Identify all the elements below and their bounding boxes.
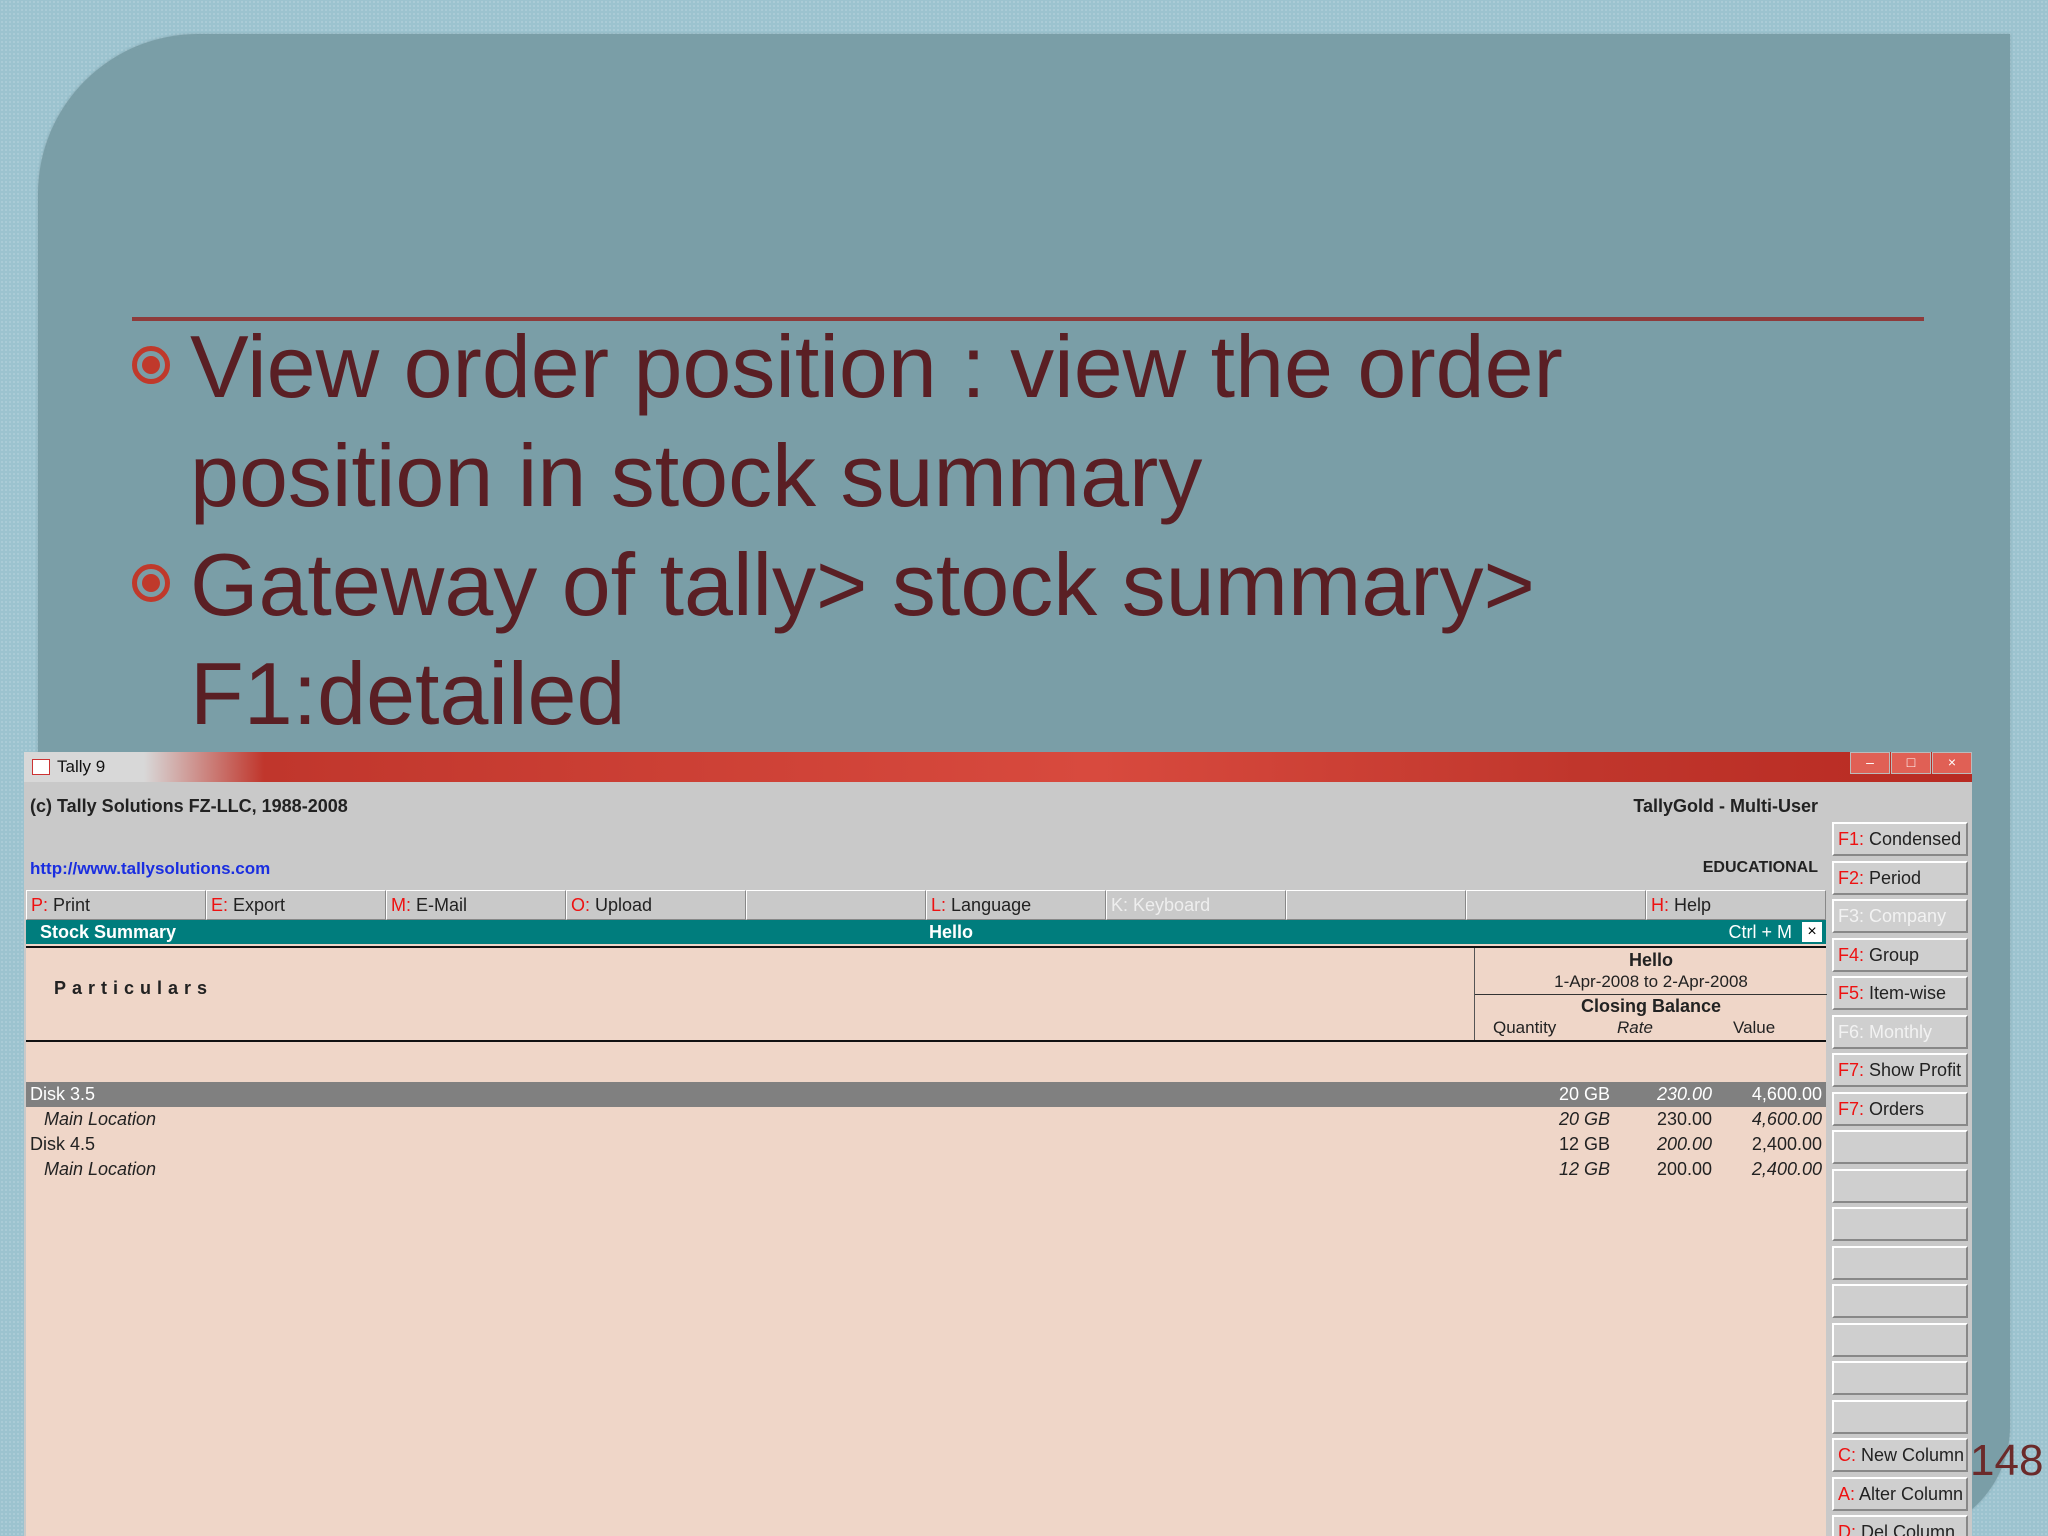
column-company: Hello [1628,950,1673,970]
maximize-button[interactable]: □ [1891,752,1931,774]
tally-window: Tally 9 – □ × (c) Tally Solutions FZ-LLC… [24,752,1972,1536]
company-button[interactable]: F3: Company [1832,899,1968,933]
report-title: Stock Summary [40,922,177,942]
email-button[interactable]: M: E-Mail [386,890,566,920]
orders-button[interactable]: F7: Orders [1832,1091,1968,1126]
export-button[interactable]: E: Export [206,890,386,920]
window-title: Tally 9 [57,757,106,776]
bullet-text: View order position : view the order pos… [190,317,1563,525]
close-report-icon[interactable]: × [1802,922,1822,942]
table-row[interactable]: Main Location 20 GB 230.00 4,600.00 [26,1107,1826,1132]
empty-button [746,890,926,920]
table-row[interactable]: Disk 4.5 12 GB 200.00 2,400.00 [26,1132,1826,1157]
app-header: (c) Tally Solutions FZ-LLC, 1988-2008 Ta… [26,786,1826,890]
period-label: 1-Apr-2008 to 2-Apr-2008 [1554,972,1748,991]
minimize-button[interactable]: – [1850,752,1890,774]
bullet-2: Gateway of tally> stock summary> F1:deta… [128,530,1790,748]
item-wise-button[interactable]: F5: Item-wise [1832,976,1968,1010]
help-button[interactable]: H: Help [1646,890,1826,920]
website-link[interactable]: http://www.tallysolutions.com [30,859,270,879]
close-button[interactable]: × [1932,752,1972,774]
license-text: EDUCATIONAL [1702,859,1818,876]
new-column-button[interactable]: C: New Column [1832,1438,1968,1472]
stock-table: Disk 3.5 20 GB 230.00 4,600.00 Main Loca… [26,1082,1826,1182]
table-row[interactable]: Disk 3.5 20 GB 230.00 4,600.00 [26,1082,1826,1107]
report-titlebar: Stock Summary Hello Ctrl + M × [26,920,1826,944]
copyright-text: (c) Tally Solutions FZ-LLC, 1988-2008 [30,796,348,816]
alter-column-button[interactable]: A: Alter Column [1832,1476,1968,1511]
tally-app-icon [32,759,50,775]
empty-sidebar-button [1832,1245,1968,1280]
bullet-icon [128,312,190,421]
shortcut-hint: Ctrl + M [1728,922,1792,942]
group-button[interactable]: F4: Group [1832,937,1968,972]
empty-sidebar-button [1832,1361,1968,1395]
window-titlebar[interactable]: Tally 9 – □ × [24,752,1972,782]
quantity-header: Quantity [1493,1018,1557,1037]
condensed-button[interactable]: F1: Condensed [1832,822,1968,856]
empty-button [1466,890,1646,920]
monthly-button[interactable]: F6: Monthly [1832,1014,1968,1049]
show-profit-button[interactable]: F7: Show Profit [1832,1053,1968,1087]
closing-balance-label: Closing Balance [1580,996,1722,1016]
rate-header: Rate [1617,1018,1653,1037]
table-row[interactable]: Main Location 12 GB 200.00 2,400.00 [26,1157,1826,1182]
upload-button[interactable]: O: Upload [566,890,746,920]
report-area: (c) Tally Solutions FZ-LLC, 1988-2008 Ta… [26,786,1827,1536]
empty-button [1286,890,1466,920]
period-button[interactable]: F2: Period [1832,860,1968,895]
keyboard-button[interactable]: K: Keyboard [1106,890,1286,920]
print-button[interactable]: P: Print [26,890,206,920]
top-button-bar: P: Print E: Export M: E-Mail O: Upload L… [26,890,1826,920]
empty-sidebar-button [1832,1322,1968,1357]
empty-sidebar-button [1832,1168,1968,1203]
particulars-header: Particulars [54,978,214,998]
slide-page-number: 148 [1970,1436,2044,1485]
closing-balance-header: Hello 1-Apr-2008 to 2-Apr-2008 Closing B… [1474,948,1827,1040]
function-key-sidebar: F1: Condensed F2: Period F3: Company F4:… [1830,786,1972,1536]
column-header: Particulars Hello 1-Apr-2008 to 2-Apr-20… [26,946,1827,1042]
bullet-icon [128,530,190,639]
value-header: Value [1733,1018,1776,1037]
bullet-1: View order position : view the order pos… [128,312,1790,530]
empty-sidebar-button [1832,1284,1968,1318]
edition-text: TallyGold - Multi-User [1633,796,1818,816]
language-button[interactable]: L: Language [926,890,1106,920]
empty-sidebar-button [1832,1399,1968,1434]
bullet-text: Gateway of tally> stock summary> F1:deta… [190,535,1535,743]
empty-sidebar-button [1832,1207,1968,1241]
del-column-button[interactable]: D: Del Column [1832,1515,1968,1536]
empty-sidebar-button [1832,1130,1968,1164]
company-name: Hello [928,922,973,942]
